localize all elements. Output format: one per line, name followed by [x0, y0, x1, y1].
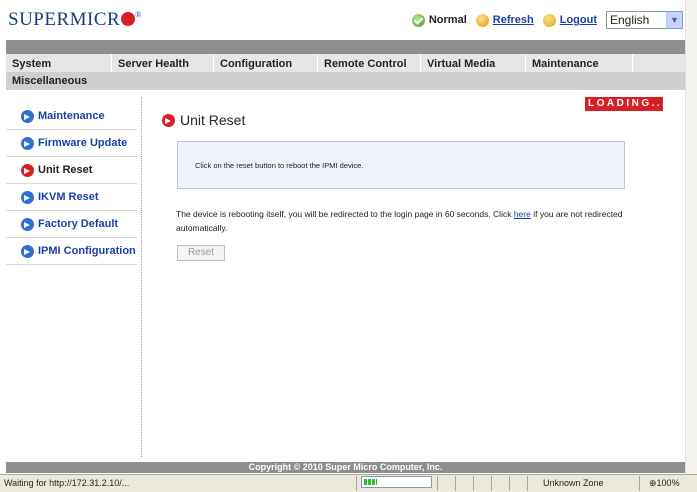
status-divider: [509, 476, 510, 491]
tab-system[interactable]: System: [6, 54, 112, 72]
sidebar-divider: [141, 97, 142, 457]
arrow-right-icon: [21, 136, 34, 150]
tab-configuration[interactable]: Configuration: [214, 54, 318, 72]
status-indicator: Normal: [411, 13, 467, 27]
nav-tabs: System Server Health Configuration Remot…: [6, 54, 685, 72]
browser-status-text: Waiting for http://172.31.2.10/...: [4, 478, 130, 488]
arrow-right-icon: [21, 163, 34, 177]
tab-server-health[interactable]: Server Health: [112, 54, 214, 72]
arrow-right-icon: [21, 217, 34, 231]
status-text: Normal: [428, 14, 467, 26]
reset-button[interactable]: Reset: [177, 245, 225, 261]
magnifier-icon: ⊕: [649, 478, 657, 488]
logout-label[interactable]: Logout: [560, 14, 597, 26]
refresh-link[interactable]: Refresh: [475, 13, 534, 27]
status-divider: [455, 476, 456, 491]
sidebar-item-firmware-update[interactable]: Firmware Update: [6, 130, 137, 157]
supermicro-logo: SUPERMICR ®: [8, 9, 142, 30]
tab-maintenance[interactable]: Maintenance: [526, 54, 633, 72]
status-divider: [356, 476, 357, 491]
status-divider: [473, 476, 474, 491]
here-link[interactable]: here: [514, 209, 531, 219]
nav-top-band: [6, 40, 685, 54]
progress-fill: [364, 479, 377, 485]
page-header: SUPERMICR ® Normal Refresh Logout English…: [0, 0, 685, 40]
arrow-right-icon: [21, 190, 34, 204]
refresh-icon[interactable]: [475, 13, 489, 27]
arrow-right-icon: [21, 244, 34, 258]
page-title-text: Unit Reset: [180, 112, 246, 128]
language-value[interactable]: English: [607, 13, 666, 27]
copyright-footer: Copyright © 2010 Super Micro Computer, I…: [6, 462, 685, 473]
logo-o-icon: [121, 12, 136, 26]
status-divider: [527, 476, 528, 491]
chevron-down-icon[interactable]: ▼: [666, 12, 682, 28]
sidebar-item-factory-default[interactable]: Factory Default: [6, 211, 137, 238]
sidebar-item-ipmi-configuration[interactable]: IPMI Configuration: [6, 238, 137, 265]
arrow-right-icon: [21, 109, 34, 123]
status-divider: [639, 476, 640, 491]
logout-icon[interactable]: [542, 13, 556, 27]
tab-remote-control[interactable]: Remote Control: [318, 54, 421, 72]
language-select[interactable]: English ▼: [606, 11, 683, 29]
page-load-progress: [361, 476, 432, 488]
sidebar-item-maintenance[interactable]: Maintenance: [6, 103, 137, 130]
check-icon: [411, 13, 425, 27]
sidebar-item-unit-reset[interactable]: Unit Reset: [6, 157, 137, 184]
tab-miscellaneous[interactable]: Miscellaneous: [6, 72, 685, 90]
redirect-message: The device is rebooting itself, you will…: [176, 209, 623, 233]
main-nav: System Server Health Configuration Remot…: [6, 54, 685, 90]
tab-virtual-media[interactable]: Virtual Media: [421, 54, 526, 72]
info-box: Click on the reset button to reboot the …: [177, 141, 625, 189]
security-zone: Unknown Zone: [543, 478, 604, 488]
refresh-label[interactable]: Refresh: [493, 14, 534, 26]
status-divider: [491, 476, 492, 491]
info-text: Click on the reset button to reboot the …: [195, 161, 364, 170]
vertical-scrollbar[interactable]: [685, 0, 697, 474]
sidebar-item-ikvm-reset[interactable]: IKVM Reset: [6, 184, 137, 211]
logout-link[interactable]: Logout: [542, 13, 597, 27]
header-actions: Normal Refresh Logout English ▼: [411, 11, 683, 29]
page-title: Unit Reset: [162, 112, 245, 128]
arrow-right-icon: [162, 113, 175, 127]
zoom-level[interactable]: ⊕100%: [649, 478, 680, 489]
loading-badge: LOADING...: [585, 97, 665, 111]
status-divider: [437, 476, 438, 491]
sidebar: Maintenance Firmware Update Unit Reset I…: [6, 103, 137, 265]
